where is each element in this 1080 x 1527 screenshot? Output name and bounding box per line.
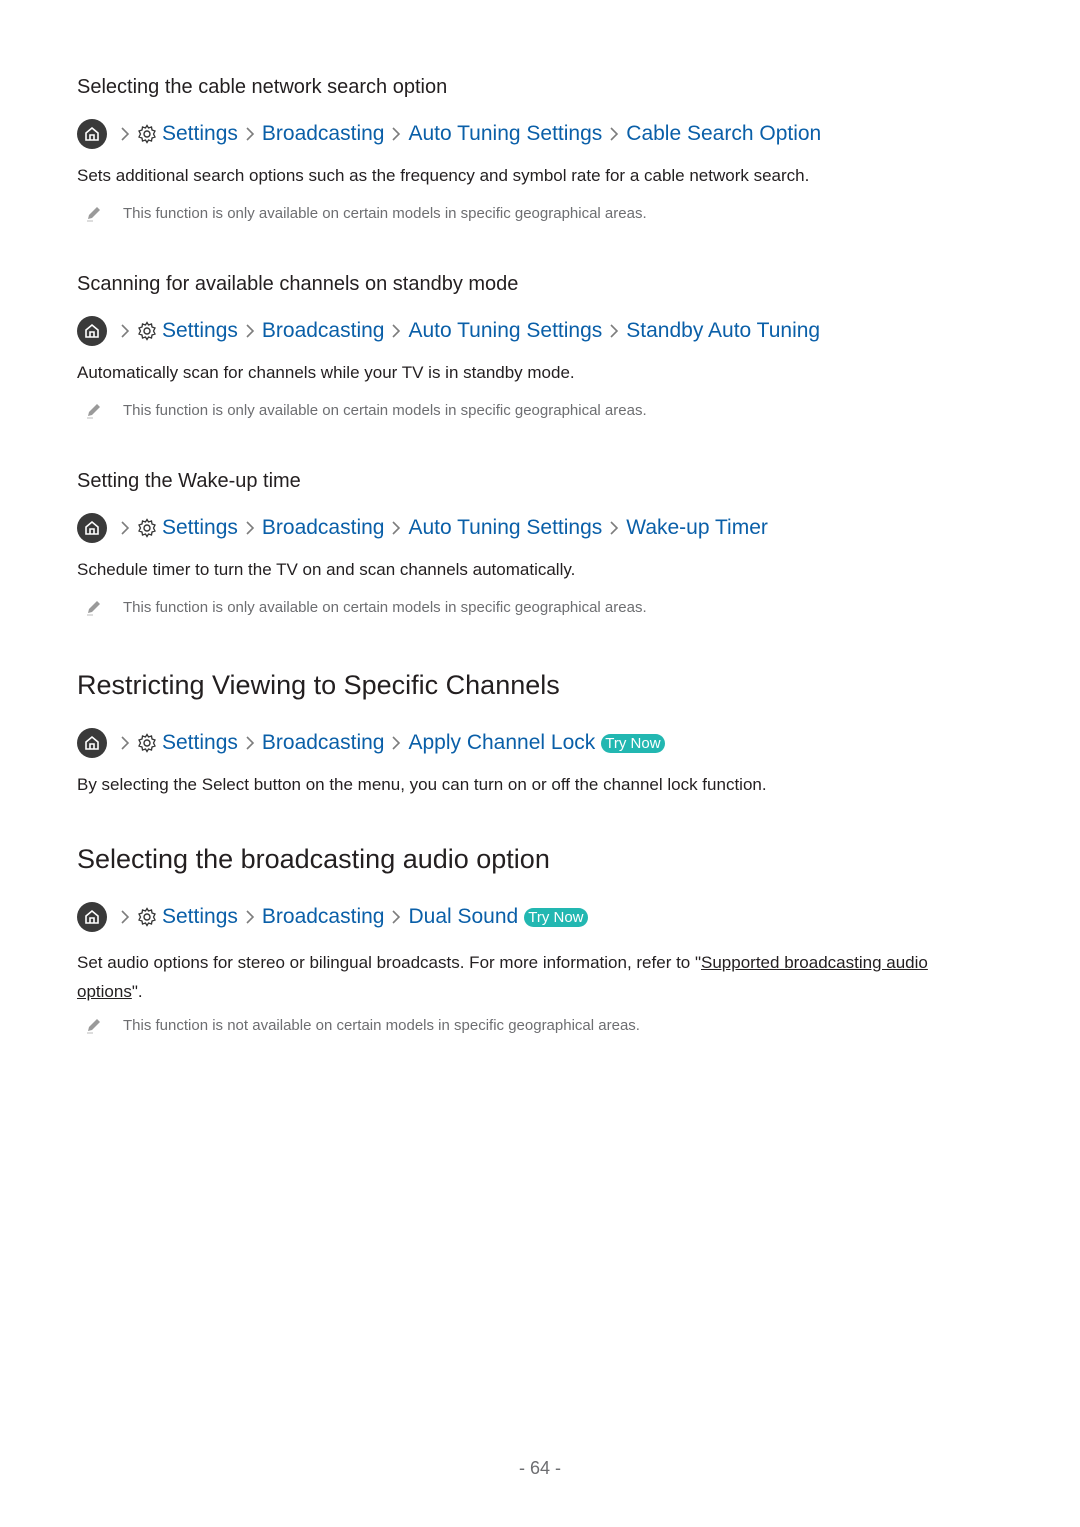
section-title: Restricting Viewing to Specific Channels (77, 670, 560, 700)
page-number: - 64 - (518, 1458, 561, 1478)
chevron-right-icon (245, 520, 255, 536)
pencil-icon (85, 1016, 107, 1034)
try-now-button[interactable]: Try Now (524, 907, 588, 927)
note-text: This function is only available on certa… (123, 598, 647, 616)
path-apply-channel-lock[interactable]: Apply Channel Lock (408, 731, 595, 755)
section-description: Automatically scan for channels while yo… (77, 363, 575, 382)
chevron-right-icon (609, 520, 619, 536)
chevron-right-icon (391, 909, 401, 925)
note: This function is only available on certa… (77, 598, 647, 616)
path-settings[interactable]: Settings (162, 516, 238, 540)
gear-icon (137, 124, 157, 144)
section-description: By selecting the Select button on the me… (77, 775, 767, 794)
try-now-button[interactable]: Try Now (601, 733, 665, 753)
chevron-right-icon (245, 126, 255, 142)
path-broadcasting[interactable]: Broadcasting (262, 122, 385, 146)
chevron-right-icon (120, 735, 130, 751)
path-settings[interactable]: Settings (162, 319, 238, 343)
menu-path: Settings Broadcasting Auto Tuning Settin… (77, 315, 820, 347)
path-broadcasting[interactable]: Broadcasting (262, 905, 385, 929)
section-title: Selecting the broadcasting audio option (77, 844, 550, 874)
home-icon[interactable] (77, 513, 107, 543)
menu-path: Settings Broadcasting Auto Tuning Settin… (77, 512, 768, 544)
path-settings[interactable]: Settings (162, 122, 238, 146)
path-auto-tuning-settings[interactable]: Auto Tuning Settings (408, 516, 602, 540)
path-broadcasting[interactable]: Broadcasting (262, 516, 385, 540)
chevron-right-icon (391, 126, 401, 142)
pencil-icon (85, 598, 107, 616)
chevron-right-icon (391, 323, 401, 339)
path-settings[interactable]: Settings (162, 905, 238, 929)
pencil-icon (85, 204, 107, 222)
path-settings[interactable]: Settings (162, 731, 238, 755)
menu-path: Settings Broadcasting Dual Sound Try Now (77, 901, 588, 933)
note-text: This function is not available on certai… (123, 1016, 640, 1034)
path-broadcasting[interactable]: Broadcasting (262, 731, 385, 755)
chevron-right-icon (120, 520, 130, 536)
home-icon[interactable] (77, 119, 107, 149)
home-icon[interactable] (77, 902, 107, 932)
chevron-right-icon (120, 909, 130, 925)
description-text: Set audio options for stereo or bilingua… (77, 953, 702, 972)
description-text-end: ". (131, 982, 143, 1001)
chevron-right-icon (391, 735, 401, 751)
section-description: Set audio options for stereo or bilingua… (77, 948, 997, 1006)
path-auto-tuning-settings[interactable]: Auto Tuning Settings (408, 122, 602, 146)
note: This function is only available on certa… (77, 401, 647, 419)
gear-icon (137, 907, 157, 927)
path-standby-auto-tuning[interactable]: Standby Auto Tuning (626, 319, 820, 343)
path-wake-up-timer[interactable]: Wake-up Timer (626, 516, 768, 540)
path-dual-sound[interactable]: Dual Sound (408, 905, 518, 929)
section-description: Sets additional search options such as t… (77, 166, 810, 185)
home-icon[interactable] (77, 728, 107, 758)
home-icon[interactable] (77, 316, 107, 346)
supported-audio-link-cont[interactable]: options (77, 982, 132, 1001)
chevron-right-icon (609, 323, 619, 339)
gear-icon (137, 321, 157, 341)
path-broadcasting[interactable]: Broadcasting (262, 319, 385, 343)
supported-audio-link[interactable]: Supported broadcasting audio (701, 953, 928, 972)
gear-icon (137, 733, 157, 753)
chevron-right-icon (245, 323, 255, 339)
chevron-right-icon (120, 323, 130, 339)
gear-icon (137, 518, 157, 538)
pencil-icon (85, 401, 107, 419)
note-text: This function is only available on certa… (123, 204, 647, 222)
chevron-right-icon (245, 735, 255, 751)
chevron-right-icon (609, 126, 619, 142)
section-heading: Scanning for available channels on stand… (77, 273, 519, 295)
path-cable-search-option[interactable]: Cable Search Option (626, 122, 821, 146)
section-description: Schedule timer to turn the TV on and sca… (77, 560, 576, 579)
section-heading: Setting the Wake-up time (77, 470, 301, 492)
menu-path: Settings Broadcasting Auto Tuning Settin… (77, 118, 821, 150)
chevron-right-icon (245, 909, 255, 925)
chevron-right-icon (391, 520, 401, 536)
note: This function is not available on certai… (77, 1016, 640, 1034)
section-heading: Selecting the cable network search optio… (77, 76, 448, 98)
note: This function is only available on certa… (77, 204, 647, 222)
path-auto-tuning-settings[interactable]: Auto Tuning Settings (408, 319, 602, 343)
menu-path: Settings Broadcasting Apply Channel Lock… (77, 727, 665, 759)
note-text: This function is only available on certa… (123, 401, 647, 419)
chevron-right-icon (120, 126, 130, 142)
